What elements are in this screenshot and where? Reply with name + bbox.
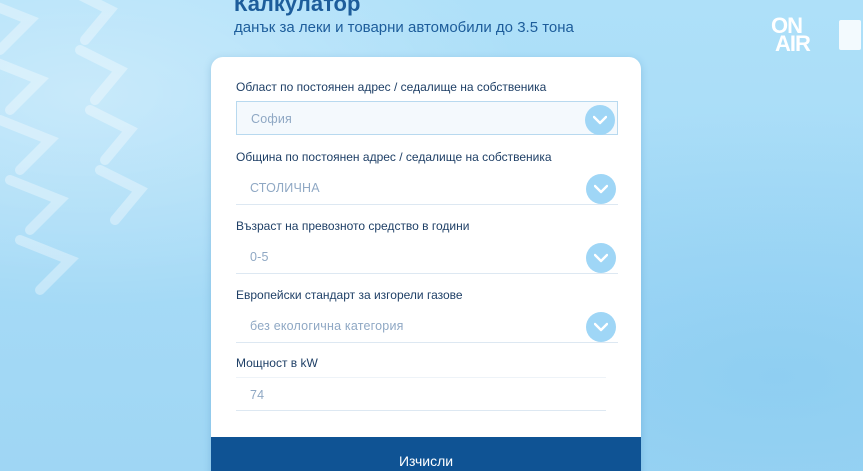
power-field: Мощност в kW 74	[236, 355, 616, 411]
emission-standard-select[interactable]: без екологична категория	[236, 309, 618, 343]
vehicle-age-field: Възраст на превозното средство в години …	[236, 218, 618, 274]
emission-standard-label: Европейски стандарт за изгорели газове	[236, 288, 463, 302]
chevron-down-icon[interactable]	[585, 105, 615, 135]
calculate-button[interactable]: Изчисли	[211, 437, 641, 471]
region-field: Област по постоянен адрес / седалище на …	[236, 79, 618, 135]
emission-standard-field: Европейски стандарт за изгорели газове б…	[236, 287, 618, 343]
chevron-down-icon[interactable]	[586, 174, 616, 204]
vehicle-age-label: Възраст на превозното средство в години	[236, 219, 470, 233]
page-header: Калкулатор данък за леки и товарни автом…	[234, 0, 574, 36]
chevron-down-icon[interactable]	[586, 243, 616, 273]
vehicle-age-select[interactable]: 0-5	[236, 240, 618, 274]
power-label: Мощност в kW	[236, 356, 318, 370]
municipality-select[interactable]: СТОЛИЧНА	[236, 171, 618, 205]
region-label: Област по постоянен адрес / седалище на …	[236, 80, 547, 94]
region-value: София	[251, 112, 293, 126]
logo-air-text: AIR	[775, 31, 811, 56]
tire-tread-decoration	[0, 0, 148, 295]
chevron-down-icon[interactable]	[586, 312, 616, 342]
municipality-label: Община по постоянен адрес / седалище на …	[236, 150, 552, 164]
region-select[interactable]: София	[236, 101, 618, 135]
municipality-field: Община по постоянен адрес / седалище на …	[236, 149, 618, 205]
emission-standard-value: без екологична категория	[250, 319, 404, 333]
channel-logo: ON AIR	[771, 15, 861, 56]
municipality-value: СТОЛИЧНА	[250, 181, 320, 195]
page-subtitle: данък за леки и товарни автомобили до 3.…	[234, 19, 574, 36]
calculator-form: Област по постоянен адрес / седалище на …	[211, 57, 641, 471]
logo-bar	[839, 20, 861, 50]
power-input[interactable]: 74	[236, 377, 606, 411]
page-title: Калкулатор	[234, 0, 361, 16]
power-value: 74	[250, 388, 265, 402]
vehicle-age-value: 0-5	[250, 250, 269, 264]
